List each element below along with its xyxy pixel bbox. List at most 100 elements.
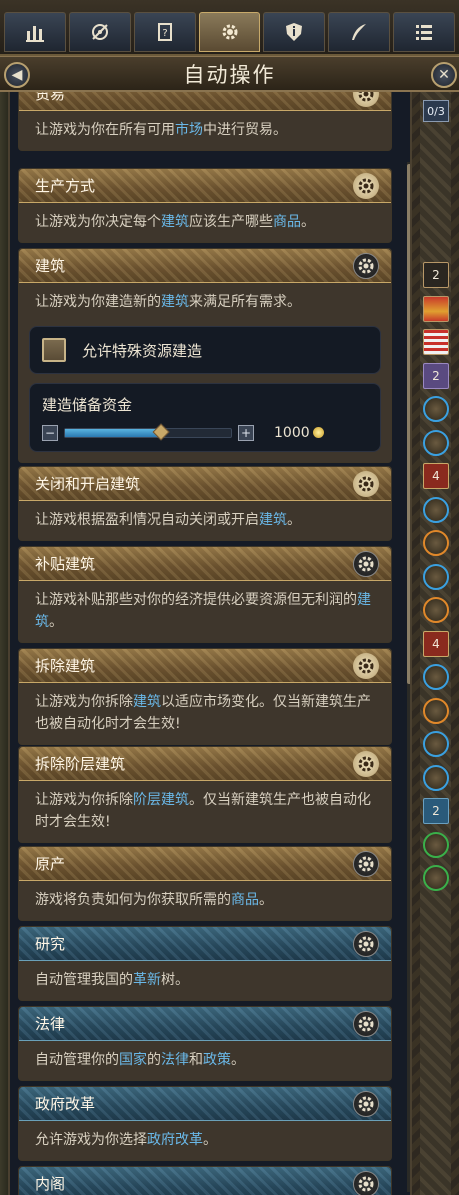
desc-link[interactable]: 市场 [175, 122, 203, 138]
tab-decisions[interactable] [328, 12, 391, 52]
tab-list[interactable] [393, 12, 456, 52]
list-icon [416, 25, 433, 40]
coin-icon [312, 427, 324, 438]
desc-link[interactable]: 商品 [273, 214, 301, 230]
slider-handle[interactable] [152, 423, 170, 441]
card-title: 拆除阶层建筑 [35, 755, 126, 773]
desc-link[interactable]: 建筑 [133, 694, 161, 710]
card-title: 贸易 [35, 92, 66, 103]
card-header: 贸易 [19, 92, 391, 111]
desc-link[interactable]: 建筑 [161, 294, 189, 310]
gear-icon[interactable] [353, 173, 379, 199]
desc-text: 树。 [161, 972, 189, 988]
tab-journal[interactable]: ? [133, 12, 196, 52]
desc-text: 让游戏为你拆除 [35, 792, 133, 808]
striped-flag-icon[interactable] [423, 329, 449, 355]
special-resource-checkbox[interactable] [42, 338, 66, 362]
plant-icon[interactable] [423, 496, 449, 523]
handshake-icon[interactable] [423, 831, 449, 858]
gear-icon[interactable] [353, 851, 379, 877]
gear-icon[interactable] [353, 751, 379, 777]
card-title: 关闭和开启建筑 [35, 475, 141, 493]
automation-panel: 贸易 让游戏为你在所有可用市场中进行贸易。 生产方式 让游戏为你决定每个建筑应该… [8, 92, 412, 1195]
ship-icon[interactable] [423, 764, 449, 791]
tab-economy[interactable] [4, 12, 66, 52]
gear-icon[interactable] [353, 92, 379, 107]
desc-text: 让游戏为你拆除 [35, 694, 133, 710]
tab-info[interactable] [263, 12, 326, 52]
card-demolish-level: 拆除阶层建筑 让游戏为你拆除阶层建筑。仅当新建筑生产也被自动化时才会生效! [18, 746, 392, 843]
gear-icon[interactable] [353, 1171, 379, 1195]
furnace-icon[interactable] [423, 697, 449, 724]
desc-link[interactable]: 政府改革 [147, 1132, 203, 1148]
card-header: 建筑 [19, 249, 391, 283]
bar-chart-icon [25, 26, 44, 42]
tab-automation[interactable] [198, 12, 261, 52]
card-description: 游戏将负责如何为你获取所需的商品。 [19, 881, 391, 920]
card-description: 让游戏为你决定每个建筑应该生产哪些商品。 [19, 203, 391, 242]
tools-icon[interactable] [423, 664, 449, 690]
card-description: 让游戏为你在所有可用市场中进行贸易。 [19, 111, 391, 150]
sack-icon[interactable] [423, 597, 449, 623]
svg-text:?: ? [162, 28, 167, 39]
red-flag-icon[interactable] [423, 295, 449, 322]
special-resource-option[interactable]: 允许特殊资源建造 [29, 326, 381, 374]
desc-text: 中进行贸易。 [203, 122, 287, 138]
gear-icon[interactable] [353, 1091, 379, 1117]
sidebar-count-badge[interactable]: 2 [423, 262, 449, 288]
card-header: 关闭和开启建筑 [19, 467, 391, 501]
card-description: 让游戏补贴那些对你的经济提供必要资源但无利润的建筑。 [19, 581, 391, 642]
gear-icon[interactable] [353, 653, 379, 679]
checkbox-label: 允许特殊资源建造 [82, 341, 203, 360]
gear-icon[interactable] [353, 253, 379, 279]
back-button[interactable]: ◀ [4, 62, 30, 88]
card-title: 法律 [35, 1015, 66, 1033]
globe-arrow-icon[interactable] [423, 396, 449, 422]
sidebar-count-badge[interactable]: 2 [423, 362, 449, 389]
desc-link[interactable]: 建筑 [161, 214, 189, 230]
increase-button[interactable]: + [238, 425, 254, 441]
sidebar-count-badge[interactable]: 4 [423, 463, 449, 489]
desc-link[interactable]: 政策 [203, 1052, 231, 1068]
desc-text: 。 [259, 892, 273, 908]
globe-arrow-icon[interactable] [423, 429, 449, 456]
card-description: 让游戏为你建造新的建筑来满足所有需求。 [19, 283, 391, 322]
title-bar: ◀ 自动操作 ✕ [0, 56, 459, 92]
desc-link[interactable]: 革新 [133, 972, 161, 988]
close-button[interactable]: ✕ [431, 62, 457, 88]
chest-icon[interactable] [423, 563, 449, 590]
decrease-button[interactable]: − [42, 425, 58, 441]
gear-icon[interactable] [353, 1011, 379, 1037]
card-header: 生产方式 [19, 169, 391, 203]
desc-text: 。 [287, 512, 301, 528]
reserve-slider[interactable] [64, 423, 232, 441]
back-arrow-icon: ◀ [11, 67, 23, 83]
desc-text: 让游戏补贴那些对你的经济提供必要资源但无利润的 [35, 592, 357, 608]
card-title: 建筑 [35, 257, 66, 275]
gear-icon[interactable] [353, 551, 379, 577]
card-description: 让游戏根据盈利情况自动关闭或开启建筑。 [19, 501, 391, 540]
reserve-label: 建造储备资金 [42, 396, 133, 414]
desc-text: 让游戏根据盈利情况自动关闭或开启 [35, 512, 259, 528]
rope-icon[interactable] [423, 530, 449, 556]
desc-link[interactable]: 建筑 [259, 512, 287, 528]
card-header: 政府改革 [19, 1087, 391, 1121]
desc-link[interactable]: 商品 [231, 892, 259, 908]
badge-count: 2 [432, 268, 440, 282]
handshake-icon[interactable] [423, 865, 449, 891]
desc-text: 来满足所有需求。 [189, 294, 301, 310]
desc-link[interactable]: 法律 [161, 1052, 189, 1068]
desc-link[interactable]: 阶层建筑 [133, 792, 189, 808]
left-border [0, 92, 8, 1195]
gear-icon[interactable] [353, 931, 379, 957]
building-icon[interactable] [423, 731, 449, 757]
card-description: 让游戏为你拆除建筑以适应市场变化。仅当新建筑生产也被自动化时才会生效! [19, 683, 391, 744]
sidebar-count-badge[interactable]: 2 [423, 798, 449, 824]
desc-link[interactable]: 国家 [119, 1052, 147, 1068]
desc-text: 自动管理你的 [35, 1052, 119, 1068]
sidebar-count-badge[interactable]: 4 [423, 630, 449, 657]
gear-icon[interactable] [353, 471, 379, 497]
tab-diplomacy[interactable] [68, 12, 131, 52]
card-header: 研究 [19, 927, 391, 961]
card-header: 补贴建筑 [19, 547, 391, 581]
